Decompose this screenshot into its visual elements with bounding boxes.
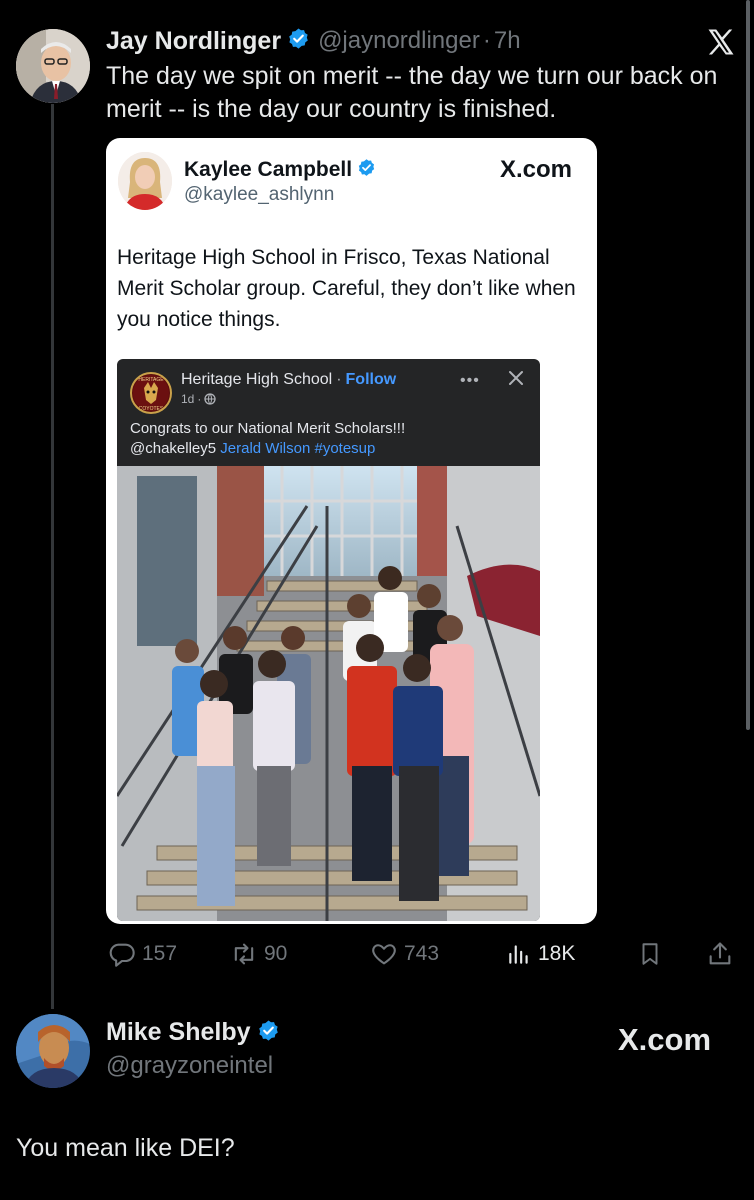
fb-tagged-person[interactable]: Jerald Wilson bbox=[220, 440, 310, 457]
fb-follow-link[interactable]: Follow bbox=[346, 371, 397, 389]
reply-author-avatar[interactable] bbox=[16, 1014, 90, 1088]
author-handle[interactable]: @jaynordlinger bbox=[318, 27, 480, 55]
tweet-header: Jay Nordlinger @jaynordlinger · 7h bbox=[106, 24, 521, 58]
fb-more-options-icon[interactable]: ••• bbox=[460, 372, 480, 390]
avatar-portrait-icon bbox=[118, 152, 172, 210]
globe-icon bbox=[204, 393, 217, 405]
heart-icon bbox=[372, 944, 396, 965]
author-name[interactable]: Jay Nordlinger bbox=[106, 27, 281, 56]
fb-page-name[interactable]: Heritage High School bbox=[181, 371, 332, 389]
views-count: 18K bbox=[538, 942, 576, 965]
school-logo: HERITAGE COYOTES bbox=[130, 372, 172, 414]
tweet-text: The day we spit on merit -- the day we t… bbox=[106, 62, 718, 123]
fb-close-icon[interactable] bbox=[507, 369, 525, 392]
avatar-portrait-icon bbox=[16, 29, 90, 103]
quote-author-handle[interactable]: @kaylee_ashlynn bbox=[184, 184, 334, 206]
views-button[interactable]: 18K bbox=[506, 940, 575, 968]
repost-count: 90 bbox=[264, 942, 288, 965]
fb-post-line1: Congrats to our National Merit Scholars!… bbox=[130, 420, 406, 437]
embedded-facebook-post[interactable]: HERITAGE COYOTES Heritage High School · … bbox=[117, 359, 540, 921]
thread-connector-line bbox=[51, 104, 54, 1009]
fb-post-age: 1d bbox=[181, 392, 195, 406]
author-avatar[interactable] bbox=[16, 29, 90, 103]
quote-header: Kaylee Campbell bbox=[184, 158, 376, 182]
share-icon bbox=[709, 942, 731, 965]
group-photo[interactable] bbox=[117, 466, 540, 921]
like-count: 743 bbox=[404, 942, 440, 965]
avatar-painting-icon bbox=[16, 1014, 90, 1088]
fb-post-header: Heritage High School · Follow bbox=[181, 371, 396, 389]
reply-text: You mean like DEI? bbox=[16, 1134, 235, 1162]
reply-author-handle[interactable]: @grayzoneintel bbox=[106, 1052, 273, 1080]
x-logo-icon[interactable] bbox=[706, 27, 736, 57]
scrollbar[interactable] bbox=[746, 0, 750, 730]
quoted-tweet-card[interactable]: Kaylee Campbell @kaylee_ashlynn X.com He… bbox=[106, 138, 597, 924]
reply-brand-xcom[interactable]: X.com bbox=[618, 1022, 711, 1058]
fb-mention[interactable]: @chakelley5 bbox=[130, 440, 216, 457]
logo-text-bottom: COYOTES bbox=[139, 406, 164, 412]
quote-author-avatar[interactable] bbox=[118, 152, 172, 210]
logo-text-top: HERITAGE bbox=[138, 377, 164, 383]
tweet-timestamp[interactable]: 7h bbox=[494, 27, 521, 55]
repost-button[interactable]: 90 bbox=[230, 940, 287, 968]
reply-button[interactable]: 157 bbox=[108, 940, 177, 968]
verified-badge-icon bbox=[257, 1019, 280, 1047]
repost-icon bbox=[234, 943, 254, 965]
bookmark-icon bbox=[642, 943, 658, 965]
bookmark-button[interactable] bbox=[637, 940, 663, 968]
share-button[interactable] bbox=[706, 940, 734, 968]
fb-post-text: Congrats to our National Merit Scholars!… bbox=[130, 419, 530, 459]
fb-post-meta: 1d · bbox=[181, 392, 217, 406]
reply-author-name[interactable]: Mike Shelby bbox=[106, 1018, 251, 1047]
like-button[interactable]: 743 bbox=[370, 940, 439, 968]
reply-header: Mike Shelby bbox=[106, 1018, 280, 1047]
verified-badge-icon bbox=[287, 27, 310, 55]
quote-text: Heritage High School in Frisco, Texas Na… bbox=[117, 246, 576, 331]
views-chart-icon bbox=[509, 945, 528, 964]
fb-hashtag[interactable]: #yotesup bbox=[314, 440, 375, 457]
fb-separator: · bbox=[336, 371, 342, 388]
group-photo-image bbox=[117, 466, 540, 921]
reply-icon bbox=[109, 943, 135, 967]
fb-meta-dot: · bbox=[197, 392, 202, 406]
quote-brand-xcom[interactable]: X.com bbox=[500, 156, 572, 184]
time-separator: · bbox=[482, 27, 491, 54]
verified-badge-icon bbox=[357, 158, 376, 182]
reply-count: 157 bbox=[142, 942, 178, 965]
quote-author-name[interactable]: Kaylee Campbell bbox=[184, 158, 352, 182]
